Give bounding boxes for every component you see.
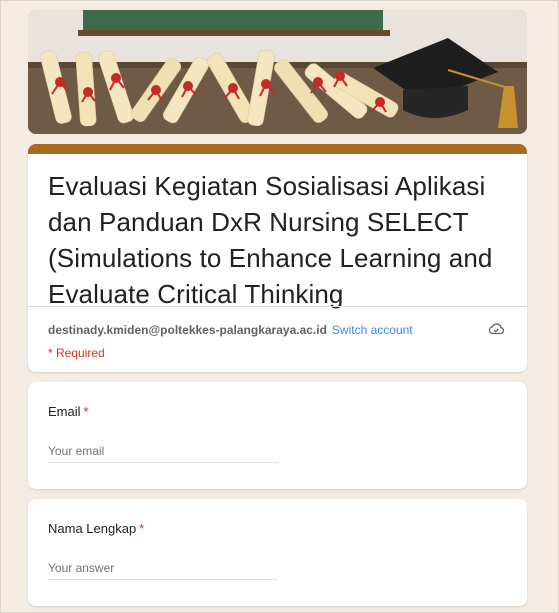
question-title: Nama Lengkap: [48, 521, 137, 536]
question-card-email: Email *: [28, 382, 527, 489]
required-asterisk: *: [139, 521, 145, 536]
header-banner-image: [28, 10, 527, 134]
required-asterisk: *: [83, 404, 89, 419]
question-title: Email: [48, 404, 81, 419]
form-title: Evaluasi Kegiatan Sosialisasi Aplikasi d…: [48, 171, 493, 309]
title-divider: [28, 306, 527, 307]
question-label-email: Email *: [48, 404, 89, 419]
switch-account-link[interactable]: Switch account: [332, 323, 413, 337]
title-accent-bar: [28, 144, 527, 154]
form-title-card: Evaluasi Kegiatan Sosialisasi Aplikasi d…: [28, 144, 527, 372]
required-note: * Required: [48, 346, 105, 360]
nama-lengkap-input[interactable]: [48, 557, 278, 580]
question-card-nama-lengkap: Nama Lengkap *: [28, 499, 527, 606]
account-email: destinady.kmiden@poltekkes-palangkaraya.…: [48, 323, 327, 337]
account-row: destinady.kmiden@poltekkes-palangkaraya.…: [48, 320, 507, 340]
question-label-nama-lengkap: Nama Lengkap *: [48, 521, 144, 536]
cloud-saved-icon[interactable]: [487, 320, 505, 338]
email-input[interactable]: [48, 440, 278, 463]
